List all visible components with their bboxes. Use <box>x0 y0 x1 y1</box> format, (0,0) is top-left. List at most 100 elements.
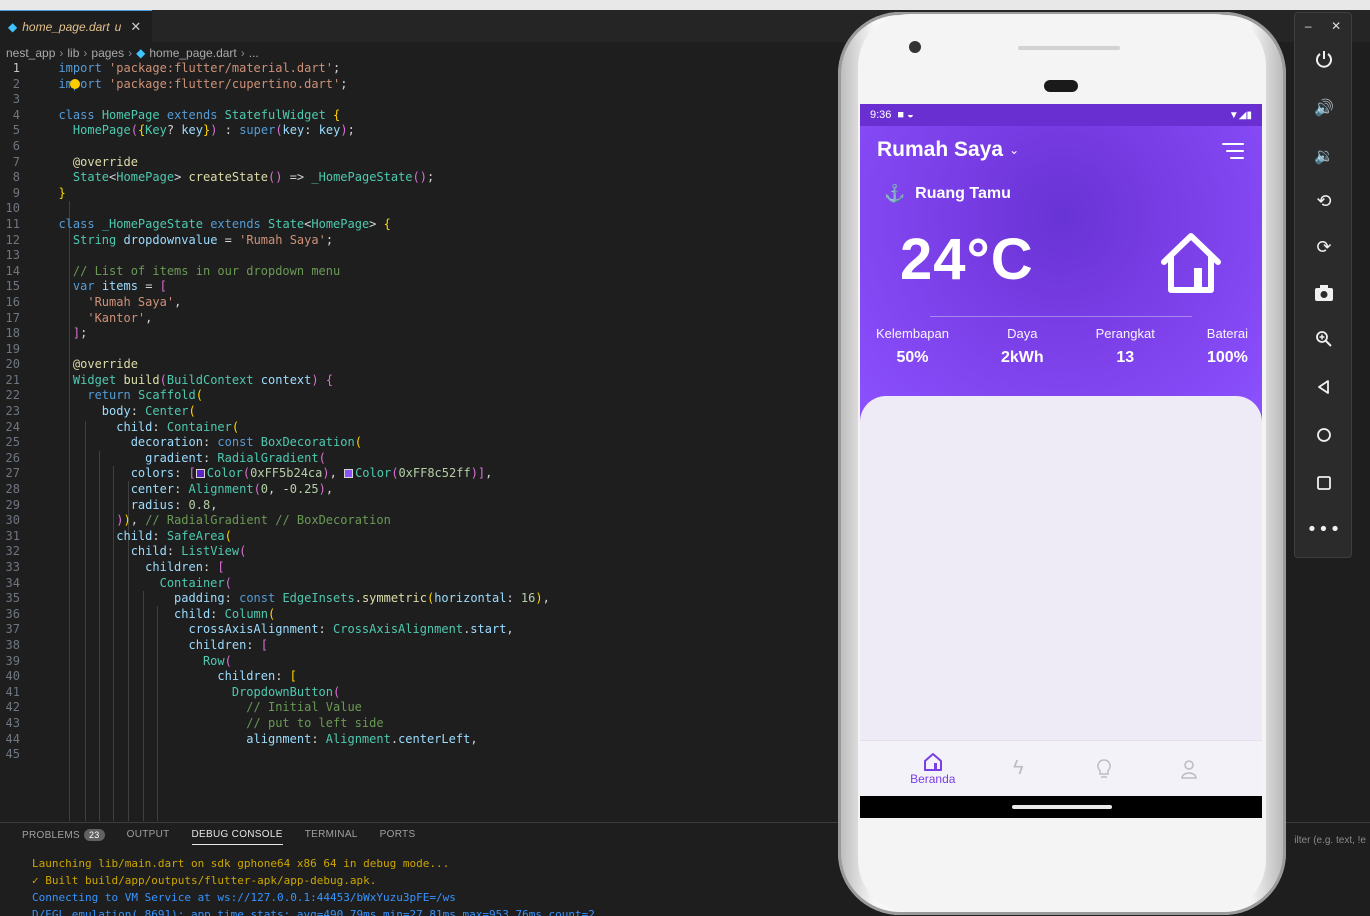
room-selector[interactable]: ⚓ Ruang Tamu <box>884 184 1011 204</box>
console-filter-input[interactable]: ilter (e.g. text, !e <box>1294 835 1366 846</box>
volume-down-button[interactable]: 🔉 <box>1295 135 1353 175</box>
debug-console-output: Launching lib/main.dart on sdk gphone64 … <box>32 855 595 916</box>
tab-debug-console[interactable]: DEBUG CONSOLE <box>191 829 283 845</box>
tab-output[interactable]: OUTPUT <box>127 829 170 845</box>
rotate-left-icon: ⟲ <box>1316 190 1332 212</box>
power-button[interactable] <box>1295 39 1353 79</box>
breadcrumb-item[interactable]: pages <box>91 46 124 60</box>
room-name: Ruang Tamu <box>915 185 1011 202</box>
code-line: 21 Widget build(BuildContext context) { <box>5 372 334 387</box>
earpiece <box>1018 46 1120 50</box>
temperature-value: 24°C <box>900 227 1034 292</box>
code-line: 36 child: Column( <box>5 606 276 621</box>
stat-label: Kelembapan <box>876 326 949 341</box>
panel-tabs: PROBLEMS 23 OUTPUT DEBUG CONSOLE TERMINAL… <box>22 829 415 845</box>
dart-file-icon: ◆ <box>8 19 18 34</box>
tab-modified-flag: U <box>114 19 122 34</box>
chevron-right-icon: › <box>240 46 245 60</box>
status-bar: 9:36 ■ ◒ ▼◢▮ <box>860 104 1262 126</box>
code-line: 8 State<HomePage> createState() => _Home… <box>12 170 435 185</box>
tab-terminal[interactable]: TERMINAL <box>305 829 358 845</box>
screenshot-button[interactable] <box>1295 273 1353 313</box>
overview-button[interactable] <box>1295 463 1353 503</box>
home-circle-icon <box>1317 428 1331 442</box>
code-line: 18 ]; <box>5 326 88 341</box>
window-controls: – ✕ <box>1295 13 1351 33</box>
nav-energy[interactable]: ϟ <box>988 757 1048 780</box>
code-line: 13 <box>5 248 20 263</box>
stat-value: 50% <box>896 349 929 366</box>
stat-value: 100% <box>1206 349 1248 366</box>
proximity-sensor <box>1044 80 1078 92</box>
front-camera <box>909 41 921 53</box>
close-icon[interactable]: ✕ <box>1331 19 1341 33</box>
code-line: 20 @override <box>5 357 138 372</box>
user-icon <box>1181 759 1198 779</box>
code-line: 41 DropdownButton( <box>5 684 341 699</box>
code-line: 6 <box>12 138 20 153</box>
signal-battery-icon: ▼◢▮ <box>1228 109 1252 121</box>
stat-battery: Baterai 100% <box>1207 326 1248 367</box>
breadcrumb-item[interactable]: ... <box>249 46 259 60</box>
stat-label: Perangkat <box>1095 326 1155 341</box>
code-line: 4 class HomePage extends StatefulWidget … <box>12 107 341 122</box>
code-line: 43 // put to left side <box>5 715 384 730</box>
nav-profile[interactable] <box>1159 759 1219 779</box>
rotate-left-button[interactable]: ⟲ <box>1295 181 1353 221</box>
problems-count-badge: 23 <box>83 829 105 841</box>
code-editor[interactable]: 1 import 'package:flutter/material.dart'… <box>0 61 840 821</box>
code-line: 44 alignment: Alignment.centerLeft, <box>5 731 478 746</box>
console-line: D/EGL_emulation( 8691): app_time_stats: … <box>32 908 595 916</box>
system-nav-bar <box>860 796 1262 818</box>
volume-up-button[interactable]: 🔊 <box>1295 87 1353 127</box>
minimize-icon[interactable]: – <box>1305 19 1312 33</box>
dart-file-icon: ◆ <box>136 46 146 60</box>
code-line: 2 import 'package:flutter/cupertino.dart… <box>12 76 348 91</box>
tab-ports[interactable]: PORTS <box>380 829 416 845</box>
tab-home-page-dart[interactable]: ◆ home_page.dart U ✕ <box>0 10 152 42</box>
code-line: 30 )), // RadialGradient // BoxDecoratio… <box>5 513 391 528</box>
home-dropdown[interactable]: Rumah Saya ⌄ <box>877 138 1019 162</box>
tab-problems[interactable]: PROBLEMS 23 <box>22 829 105 845</box>
close-icon[interactable]: ✕ <box>130 19 141 35</box>
lightbulb-icon <box>1096 758 1111 778</box>
code-line: 9 } <box>12 185 66 200</box>
color-swatch-icon[interactable] <box>344 469 354 479</box>
code-line: 3 <box>12 92 20 107</box>
code-line: 11 class _HomePageState extends State<Ho… <box>5 216 391 231</box>
rotate-right-button[interactable]: ⟳ <box>1295 227 1353 267</box>
console-line: Connecting to VM Service at ws://127.0.0… <box>32 891 456 904</box>
zoom-button[interactable] <box>1295 319 1353 359</box>
code-line: 23 body: Center( <box>5 404 196 419</box>
lightbulb-icon[interactable] <box>70 78 80 89</box>
chevron-right-icon: › <box>59 46 64 60</box>
volume-up-icon: 🔊 <box>1314 97 1334 117</box>
code-line: 32 child: ListView( <box>5 544 247 559</box>
color-swatch-icon[interactable] <box>195 469 205 479</box>
nav-devices[interactable] <box>1074 758 1134 780</box>
code-line: 28 center: Alignment(0, -0.25), <box>5 482 334 497</box>
breadcrumb-item[interactable]: home_page.dart <box>149 46 236 60</box>
code-line: 45 <box>5 747 20 762</box>
stat-devices: Perangkat 13 <box>1096 326 1155 367</box>
code-line: 15 var items = [ <box>5 279 167 294</box>
nav-home-label: Beranda <box>910 771 956 786</box>
breadcrumb-item[interactable]: nest_app <box>6 46 55 60</box>
code-line: 1 import 'package:flutter/material.dart'… <box>12 61 341 75</box>
stat-label: Baterai <box>1206 326 1248 341</box>
stat-value: 13 <box>1116 349 1135 366</box>
menu-icon[interactable] <box>1222 142 1244 160</box>
breadcrumb-item[interactable]: lib <box>67 46 79 60</box>
more-button[interactable]: ••• <box>1295 509 1353 549</box>
nav-home[interactable]: Beranda <box>903 752 963 786</box>
home-button[interactable] <box>1295 415 1353 455</box>
home-gesture-pill[interactable] <box>1012 805 1112 809</box>
stat-label: Daya <box>1007 326 1038 341</box>
code-line: 17 'Kantor', <box>5 310 153 325</box>
window-top-strip <box>0 0 1370 10</box>
code-line: 5 HomePage({Key? key}) : super(key: key)… <box>12 123 355 138</box>
chevron-right-icon: › <box>128 46 133 60</box>
phone-screen[interactable]: 9:36 ■ ◒ ▼◢▮ Rumah Saya ⌄ ⚓ Ruang Tamu 2… <box>860 104 1262 818</box>
back-button[interactable] <box>1295 367 1353 407</box>
bottom-navigation: Beranda ϟ <box>860 740 1262 796</box>
